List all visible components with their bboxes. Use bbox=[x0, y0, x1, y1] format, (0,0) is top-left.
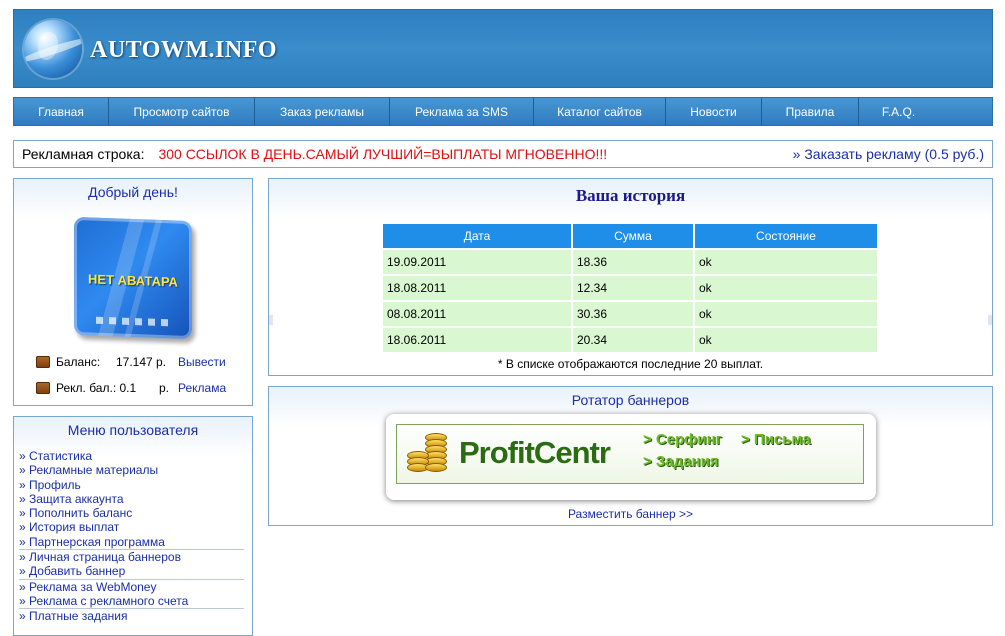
amount-cell: 20.34 bbox=[573, 328, 693, 352]
status-cell: ok bbox=[695, 328, 877, 352]
table-row: 19.09.2011 18.36 ok bbox=[383, 250, 877, 274]
greeting: Добрый день! bbox=[88, 184, 178, 200]
globe-logo-icon bbox=[24, 20, 82, 78]
menu-item[interactable]: » Рекламные материалы bbox=[19, 463, 244, 477]
balance-row: Баланс: 17.147 р. Вывести bbox=[36, 354, 226, 370]
col-amount: Сумма bbox=[573, 224, 693, 248]
avatar-text: НЕТ АВАТАРА bbox=[88, 271, 178, 290]
banner-surfing: > Серфинг bbox=[643, 431, 722, 448]
ad-balance-row: Рекл. бал.: 0.1 р. Реклама bbox=[36, 380, 226, 396]
table-row: 08.08.2011 30.36 ok bbox=[383, 302, 877, 326]
menu-item[interactable]: » Реклама с рекламного счета bbox=[19, 594, 244, 608]
banner-rotator-panel: Ротатор баннеров ProfitCentr > Серфинг >… bbox=[268, 386, 993, 526]
menu-item[interactable]: » Личная страница баннеров bbox=[19, 550, 244, 564]
ad-link[interactable]: Реклама bbox=[178, 381, 226, 395]
menu-item[interactable]: » Партнерская программа bbox=[19, 535, 244, 549]
date-cell: 19.09.2011 bbox=[383, 250, 571, 274]
main-nav: Главная Просмотр сайтов Заказ рекламы Рекла… bbox=[13, 97, 993, 126]
history-note: * В списке отображаются последние 20 вып… bbox=[497, 357, 764, 371]
date-cell: 08.08.2011 bbox=[383, 302, 571, 326]
nav-item-5[interactable]: Новости bbox=[666, 98, 762, 125]
order-ad-link[interactable]: » Заказать рекламу (0.5 руб.) bbox=[793, 146, 984, 162]
banner-tasks: > Задания bbox=[643, 453, 719, 470]
ad-line-label: Рекламная строка: bbox=[22, 146, 145, 162]
nav-item-0[interactable]: Главная bbox=[14, 98, 109, 125]
menu-item[interactable]: » Защита аккаунта bbox=[19, 492, 244, 506]
status-cell: ok bbox=[695, 250, 877, 274]
balance-label: Баланс: bbox=[56, 355, 101, 369]
amount-cell: 30.36 bbox=[573, 302, 693, 326]
wallet-icon bbox=[36, 356, 50, 368]
history-title: Ваша история bbox=[575, 186, 686, 205]
status-cell: ok bbox=[695, 276, 877, 300]
nav-item-1[interactable]: Просмотр сайтов bbox=[109, 98, 255, 125]
withdraw-link[interactable]: Вывести bbox=[178, 355, 226, 369]
menu-item[interactable]: » Пополнить баланс bbox=[19, 506, 244, 520]
banner-brand: ProfitCentr bbox=[459, 435, 611, 470]
coins-icon bbox=[405, 433, 453, 477]
user-panel: Добрый день! НЕТ АВАТАРА Баланс: 17.147 … bbox=[13, 178, 253, 406]
avatar[interactable]: НЕТ АВАТАРА bbox=[74, 216, 192, 340]
menu-item[interactable]: » Статистика bbox=[19, 449, 244, 463]
payout-history-panel: Ваша история Дата Сумма Состояние 19.09.… bbox=[268, 178, 993, 376]
profitcentr-banner[interactable]: ProfitCentr > Серфинг > Письма > Задания bbox=[396, 424, 864, 484]
nav-item-2[interactable]: Заказ рекламы bbox=[255, 98, 390, 125]
table-row: 18.08.2011 12.34 ok bbox=[383, 276, 877, 300]
site-title[interactable]: AUTOWM.INFO bbox=[90, 37, 277, 64]
balance-value: 17.147 р. bbox=[116, 355, 167, 369]
menu-title: Меню пользователя bbox=[67, 422, 199, 438]
user-menu-panel: Меню пользователя » Статистика» Рекламны… bbox=[13, 416, 253, 636]
nav-item-6[interactable]: Правила bbox=[762, 98, 859, 125]
menu-item[interactable]: » Реклама за WebMoney bbox=[19, 580, 244, 594]
banner-frame: ProfitCentr > Серфинг > Письма > Задания bbox=[386, 414, 876, 500]
ad-balance-unit: р. bbox=[159, 381, 170, 395]
menu-item[interactable]: » Платные задания bbox=[19, 609, 244, 623]
col-status: Состояние bbox=[695, 224, 877, 248]
ad-line-text[interactable]: 300 ССЫЛОК В ДЕНЬ.САМЫЙ ЛУЧШИЙ=ВЫПЛАТЫ М… bbox=[158, 146, 607, 162]
amount-cell: 12.34 bbox=[573, 276, 693, 300]
banner-letters: > Письма bbox=[741, 431, 811, 448]
amount-cell: 18.36 bbox=[573, 250, 693, 274]
ad-balance-label: Рекл. бал.: 0.1 bbox=[56, 381, 137, 395]
place-banner-link[interactable]: Разместить баннер >> bbox=[269, 507, 992, 521]
ad-line: Рекламная строка: 300 ССЫЛОК В ДЕНЬ.САМЫ… bbox=[13, 140, 993, 168]
date-cell: 18.08.2011 bbox=[383, 276, 571, 300]
menu-item[interactable]: » Профиль bbox=[19, 478, 244, 492]
history-table: Дата Сумма Состояние 19.09.2011 18.36 ok 18… bbox=[381, 222, 879, 354]
menu-item[interactable]: » История выплат bbox=[19, 520, 244, 534]
nav-item-7[interactable]: F.A.Q. bbox=[859, 98, 938, 125]
status-cell: ok bbox=[695, 302, 877, 326]
user-menu-list: » Статистика» Рекламные материалы» Профи… bbox=[19, 449, 244, 624]
site-header: AUTOWM.INFO bbox=[13, 9, 993, 88]
nav-item-4[interactable]: Каталог сайтов bbox=[534, 98, 666, 125]
wallet-icon bbox=[36, 382, 50, 394]
date-cell: 18.06.2011 bbox=[383, 328, 571, 352]
nav-item-3[interactable]: Реклама за SMS bbox=[390, 98, 534, 125]
table-row: 18.06.2011 20.34 ok bbox=[383, 328, 877, 352]
col-date: Дата bbox=[383, 224, 571, 248]
menu-item[interactable]: » Добавить баннер bbox=[19, 564, 244, 578]
banner-rotator-title: Ротатор баннеров bbox=[571, 392, 690, 408]
